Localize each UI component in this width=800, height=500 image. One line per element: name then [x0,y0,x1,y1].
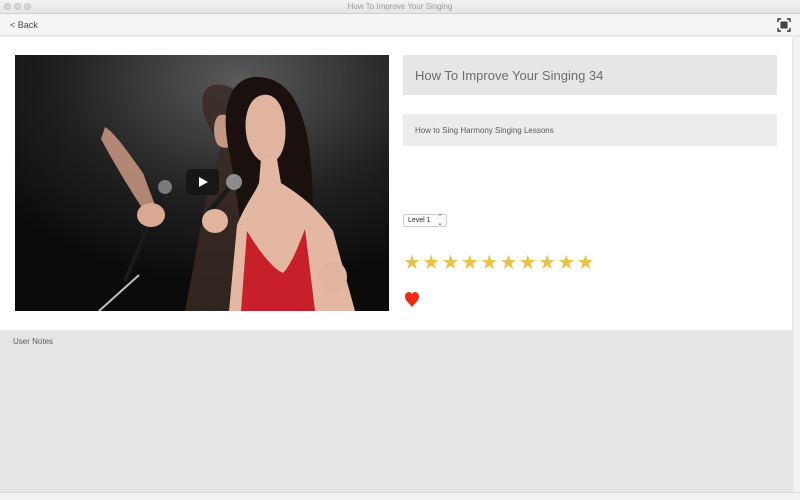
window-bottom-edge [0,492,800,500]
star-icon[interactable]: ★ [499,253,518,273]
level-select[interactable]: Level 1 ⌃ ⌄ [403,214,447,227]
lesson-title-box: How To Improve Your Singing 34 [403,55,777,95]
heart-icon[interactable] [405,292,419,308]
star-icon[interactable]: ★ [538,253,557,273]
lesson-subtitle-box: How to Sing Harmony Singing Lessons [403,114,777,146]
fullscreen-icon[interactable] [777,18,791,32]
play-button[interactable] [186,169,219,195]
lesson-subtitle: How to Sing Harmony Singing Lessons [415,126,554,135]
star-icon[interactable]: ★ [422,253,441,273]
level-select-value: Level 1 [408,217,431,224]
star-icon[interactable]: ★ [403,253,422,273]
star-icon[interactable]: ★ [442,253,461,273]
user-notes-area[interactable]: User Notes [0,330,792,492]
lesson-title: How To Improve Your Singing 34 [415,68,604,83]
window-titlebar: How To Improve Your Singing [0,0,800,14]
star-icon[interactable]: ★ [557,253,576,273]
lesson-content: How To Improve Your Singing 34 How to Si… [0,37,792,330]
toolbar: < Back [0,14,800,36]
star-icon[interactable]: ★ [461,253,480,273]
user-notes-label: User Notes [13,337,54,346]
star-icon[interactable]: ★ [519,253,538,273]
scrollbar[interactable] [792,37,800,492]
back-button[interactable]: < Back [10,20,38,30]
updown-arrows-icon: ⌃ ⌄ [437,214,443,227]
star-icon[interactable]: ★ [577,253,596,273]
star-icon[interactable]: ★ [480,253,499,273]
window-title: How To Improve Your Singing [347,2,453,11]
rating-stars[interactable]: ★ ★ ★ ★ ★ ★ ★ ★ ★ ★ [403,253,596,273]
video-player[interactable] [15,55,389,311]
